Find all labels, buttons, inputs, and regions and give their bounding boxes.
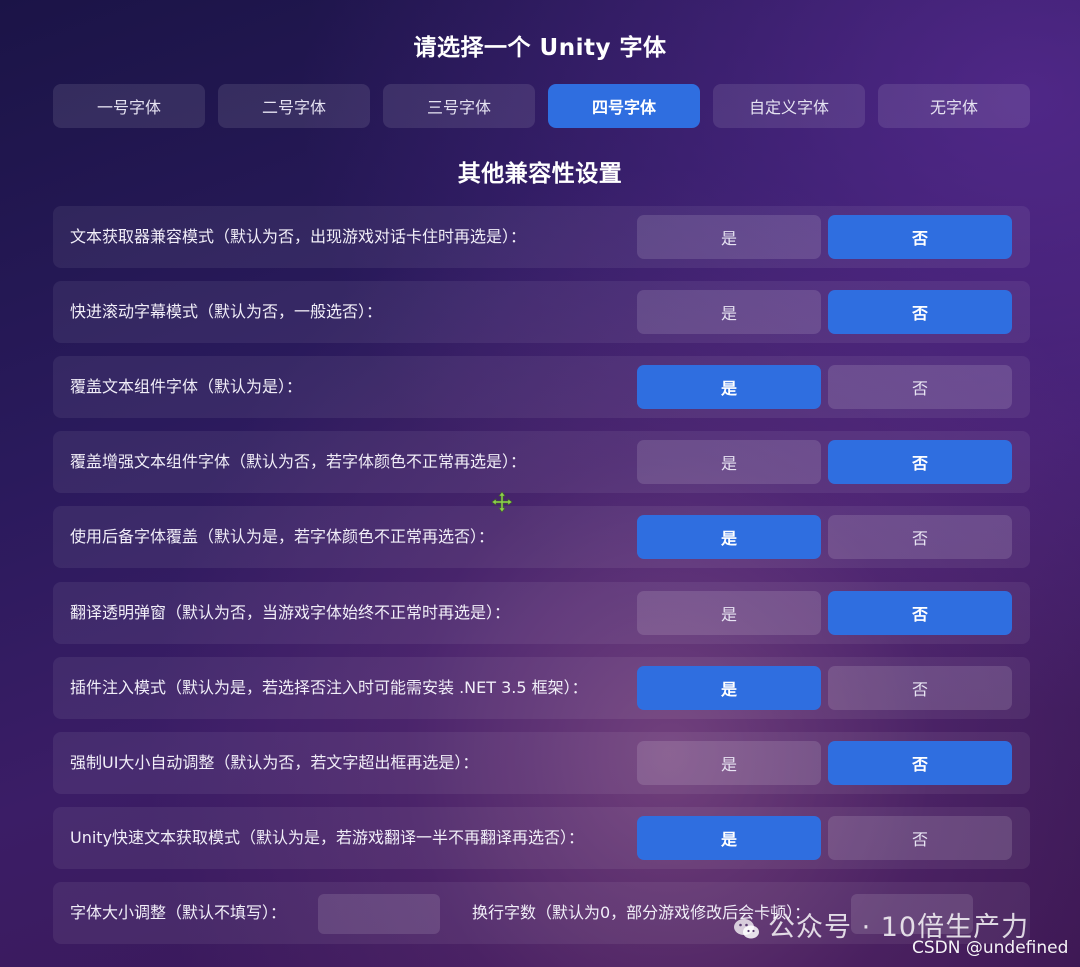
font-tab-6[interactable]: 无字体 xyxy=(878,84,1030,128)
move-cursor-icon xyxy=(491,491,513,513)
font-tabs: 一号字体 二号字体 三号字体 四号字体 自定义字体 无字体 xyxy=(53,84,1030,128)
font-tab-5[interactable]: 自定义字体 xyxy=(713,84,865,128)
setting-label: 快进滚动字幕模式（默认为否，一般选否）： xyxy=(70,302,383,321)
font-size-label: 字体大小调整（默认不填写）： xyxy=(70,903,287,922)
csdn-watermark: CSDN @undefined xyxy=(912,938,1069,958)
setting-row: 快进滚动字幕模式（默认为否，一般选否）： 是否 xyxy=(53,281,1030,343)
option-no-button[interactable]: 否 xyxy=(828,741,1012,785)
section-title: 其他兼容性设置 xyxy=(457,161,623,187)
setting-label: 覆盖文本组件字体（默认为是）： xyxy=(70,377,303,396)
font-tab-1[interactable]: 一号字体 xyxy=(53,84,205,128)
setting-label: 文本获取器兼容模式（默认为否，出现游戏对话卡住时再选是）： xyxy=(70,227,527,246)
option-no-button[interactable]: 否 xyxy=(828,666,1012,710)
font-tab-3[interactable]: 三号字体 xyxy=(383,84,535,128)
setting-row: 强制UI大小自动调整（默认为否，若文字超出框再选是）： 是否 xyxy=(53,732,1030,794)
setting-label: 插件注入模式（默认为是，若选择否注入时可能需安装 .NET 3.5 框架）： xyxy=(70,678,588,697)
setting-label: 翻译透明弹窗（默认为否，当游戏字体始终不正常时再选是）： xyxy=(70,603,511,622)
wechat-icon xyxy=(734,919,759,939)
option-no-button[interactable]: 否 xyxy=(828,215,1012,259)
option-yes-button[interactable]: 是 xyxy=(637,215,821,259)
font-tab-2[interactable]: 二号字体 xyxy=(218,84,370,128)
setting-row: 文本获取器兼容模式（默认为否，出现游戏对话卡住时再选是）： 是否 xyxy=(53,206,1030,268)
setting-row: 覆盖文本组件字体（默认为是）： 是否 xyxy=(53,356,1030,418)
setting-row: 使用后备字体覆盖（默认为是，若字体颜色不正常再选否）： 是否 xyxy=(53,506,1030,568)
option-yes-button[interactable]: 是 xyxy=(637,515,821,559)
setting-row: 覆盖增强文本组件字体（默认为否，若字体颜色不正常再选是）： 是否 xyxy=(53,431,1030,493)
option-yes-button[interactable]: 是 xyxy=(637,440,821,484)
option-yes-button[interactable]: 是 xyxy=(637,591,821,635)
setting-row: Unity快速文本获取模式（默认为是，若游戏翻译一半不再翻译再选否）： 是否 xyxy=(53,807,1030,869)
option-no-button[interactable]: 否 xyxy=(828,515,1012,559)
option-no-button[interactable]: 否 xyxy=(828,365,1012,409)
option-no-button[interactable]: 否 xyxy=(828,290,1012,334)
option-no-button[interactable]: 否 xyxy=(828,816,1012,860)
option-no-button[interactable]: 否 xyxy=(828,440,1012,484)
font-tab-4[interactable]: 四号字体 xyxy=(548,84,700,128)
option-no-button[interactable]: 否 xyxy=(828,591,1012,635)
setting-row: 插件注入模式（默认为是，若选择否注入时可能需安装 .NET 3.5 框架）： 是否 xyxy=(53,657,1030,719)
font-size-input[interactable] xyxy=(318,894,440,934)
setting-label: 覆盖增强文本组件字体（默认为否，若字体颜色不正常再选是）： xyxy=(70,452,527,471)
option-yes-button[interactable]: 是 xyxy=(637,666,821,710)
setting-label: Unity快速文本获取模式（默认为是，若游戏翻译一半不再翻译再选否）： xyxy=(70,828,585,847)
page-title: 请选择一个 Unity 字体 xyxy=(413,35,667,61)
option-yes-button[interactable]: 是 xyxy=(637,816,821,860)
option-yes-button[interactable]: 是 xyxy=(637,290,821,334)
setting-label: 使用后备字体覆盖（默认为是，若字体颜色不正常再选否）： xyxy=(70,527,495,546)
option-yes-button[interactable]: 是 xyxy=(637,365,821,409)
setting-label: 强制UI大小自动调整（默认为否，若文字超出框再选是）： xyxy=(70,753,479,772)
setting-row: 翻译透明弹窗（默认为否，当游戏字体始终不正常时再选是）： 是否 xyxy=(53,582,1030,644)
option-yes-button[interactable]: 是 xyxy=(637,741,821,785)
